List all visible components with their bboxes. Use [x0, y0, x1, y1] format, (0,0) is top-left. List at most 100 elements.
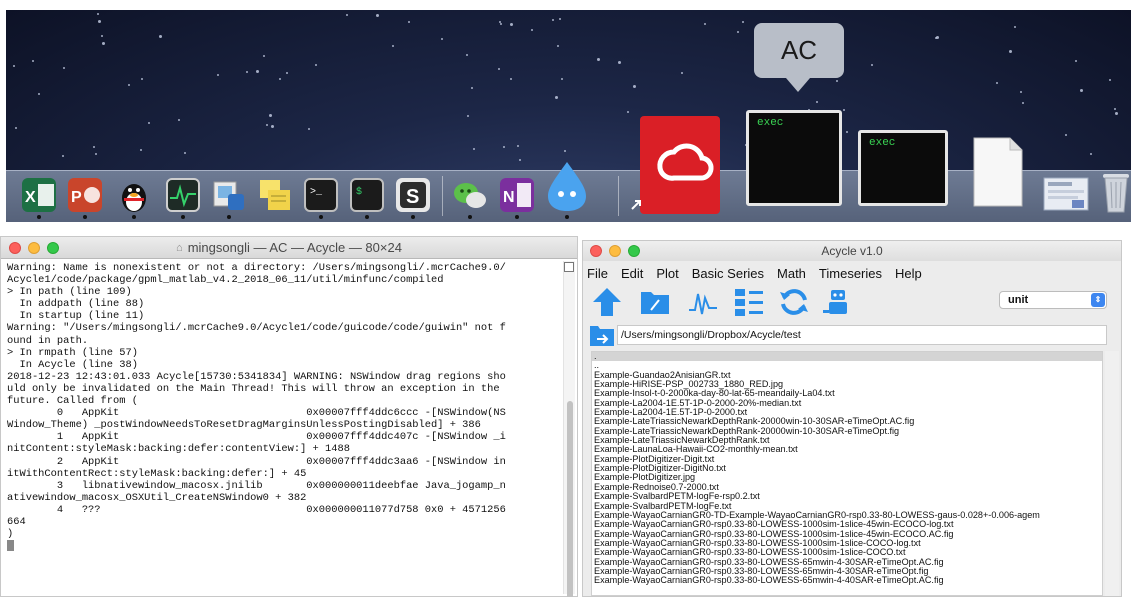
minimize-button[interactable]	[28, 242, 40, 254]
select-arrows-icon: ⇕	[1091, 293, 1105, 307]
list-item[interactable]: .	[592, 352, 1102, 362]
terminal-line: In startup (line 11)	[7, 310, 145, 323]
excel-icon[interactable]: X	[22, 178, 56, 212]
terminal-window-thumbnail[interactable]: exec	[858, 130, 948, 206]
droplet-app-icon[interactable]	[544, 160, 590, 212]
star	[1075, 60, 1077, 62]
document-icon[interactable]	[972, 136, 1024, 208]
creative-cloud-icon[interactable]	[640, 116, 720, 214]
preview-icon[interactable]	[212, 178, 246, 212]
folder-nav-icon[interactable]	[589, 323, 615, 347]
menu-bar: File Edit Plot Basic Series Math Timeseries He…	[583, 262, 1121, 284]
star	[843, 109, 845, 111]
star	[618, 61, 621, 64]
terminal-line: )	[7, 528, 14, 541]
star	[441, 38, 443, 40]
file-list[interactable]: ... Example-Guandao2AnisianGR.txt Example-…	[591, 351, 1103, 596]
star	[816, 101, 818, 103]
wechat-icon[interactable]	[452, 178, 488, 212]
star	[308, 128, 310, 130]
up-arrow-icon[interactable]	[591, 286, 623, 318]
dock-area: X P >_ $ S N AC exec exec	[6, 10, 1131, 222]
menu-item-timeseries[interactable]: Timeseries	[819, 266, 882, 281]
terminal-titlebar[interactable]: ⌂ mingsongli — AC — Acycle — 80×24	[1, 237, 577, 259]
star	[32, 60, 34, 62]
terminal-line: In addpath (line 88)	[7, 298, 145, 311]
stickies-icon[interactable]	[258, 178, 292, 212]
screenshot-file-icon[interactable]	[1042, 174, 1090, 214]
menu-item-basic-series[interactable]: Basic Series	[692, 266, 764, 281]
path-field[interactable]: /Users/mingsongli/Dropbox/Acycle/test	[617, 325, 1107, 345]
star	[184, 152, 186, 154]
terminal-line: > In path (line 109)	[7, 286, 132, 299]
menu-item-help[interactable]: Help	[895, 266, 922, 281]
onenote-icon[interactable]: N	[500, 178, 534, 212]
star	[269, 114, 272, 117]
zoom-button[interactable]	[47, 242, 59, 254]
star	[552, 19, 554, 21]
dock-tooltip: AC	[754, 23, 844, 78]
star	[1114, 108, 1116, 110]
scrollbar-thumb[interactable]	[567, 401, 573, 597]
star	[141, 78, 143, 80]
menu-item-edit[interactable]: Edit	[621, 266, 643, 281]
star	[519, 159, 521, 161]
powerpoint-icon[interactable]: P	[68, 178, 102, 212]
acycle-window[interactable]: Acycle v1.0 File Edit Plot Basic Series Math…	[582, 240, 1122, 597]
terminal-window[interactable]: ⌂ mingsongli — AC — Acycle — 80×24 Warni…	[0, 236, 578, 597]
trash-icon[interactable]	[1100, 168, 1131, 214]
svg-text:S: S	[406, 186, 419, 208]
refresh-icon[interactable]	[778, 286, 810, 318]
star	[271, 125, 274, 128]
terminal-line: Window_Theme) _postWindowNeedsToResetDra…	[7, 419, 481, 432]
list-view-icon[interactable]	[733, 286, 765, 318]
menu-item-file[interactable]: File	[587, 266, 608, 281]
terminal-cursor	[7, 540, 14, 552]
running-indicator	[37, 215, 41, 219]
activity-monitor-icon[interactable]	[166, 178, 200, 212]
acycle-titlebar[interactable]: Acycle v1.0	[583, 241, 1121, 261]
unit-select[interactable]: unit ⇕	[999, 291, 1107, 309]
star	[286, 72, 288, 74]
slack-icon[interactable]: S	[396, 178, 430, 212]
terminal-scrollbar[interactable]	[563, 261, 575, 597]
terminal-line: itWithContentRect:styleMask:backing:defe…	[7, 467, 307, 480]
running-indicator	[565, 215, 569, 219]
zoom-button[interactable]	[628, 245, 640, 257]
terminal-window-thumbnail[interactable]: exec	[746, 110, 842, 206]
minimize-button[interactable]	[609, 245, 621, 257]
terminal-line: > In rmpath (line 57)	[7, 346, 138, 359]
terminal-line: nitContent:styleMask:backing:defer:conte…	[7, 443, 350, 456]
qq-penguin-icon[interactable]	[116, 176, 152, 214]
star	[704, 23, 706, 25]
star	[62, 155, 64, 157]
file-list-scrollbar[interactable]	[1105, 351, 1119, 596]
terminal-output[interactable]: Warning: Name is nonexistent or not a di…	[7, 262, 561, 594]
list-item[interactable]: Example-WayaoCarnianGR0-rsp0.33-80-LOWES…	[592, 575, 1102, 585]
star	[471, 87, 473, 89]
star	[681, 72, 683, 74]
plot-icon[interactable]	[687, 286, 719, 318]
terminal-line: 4 ??? 0x000000011077d758 0x0 + 4571256	[7, 503, 506, 516]
star	[15, 127, 17, 129]
close-button[interactable]	[590, 245, 602, 257]
star	[1020, 91, 1022, 93]
console-app-icon[interactable]: $	[350, 178, 384, 212]
terminal-line: 664	[7, 515, 26, 528]
svg-text:>_: >_	[310, 187, 323, 198]
menu-item-plot[interactable]: Plot	[656, 266, 678, 281]
dock-separator	[442, 176, 443, 216]
svg-text:$: $	[356, 186, 362, 198]
star	[510, 78, 512, 80]
star	[148, 122, 150, 124]
star	[1115, 112, 1118, 115]
terminal-app-icon[interactable]: >_	[304, 178, 338, 212]
open-folder-icon[interactable]	[639, 286, 671, 318]
thumbnail-label: exec	[869, 137, 896, 149]
svg-text:P: P	[71, 189, 82, 206]
screenshot-root: X P >_ $ S N AC exec exec ⌂ mingsongli —…	[0, 0, 1137, 597]
star	[376, 14, 379, 17]
menu-item-math[interactable]: Math	[777, 266, 806, 281]
robot-icon[interactable]	[821, 286, 853, 318]
close-button[interactable]	[9, 242, 21, 254]
